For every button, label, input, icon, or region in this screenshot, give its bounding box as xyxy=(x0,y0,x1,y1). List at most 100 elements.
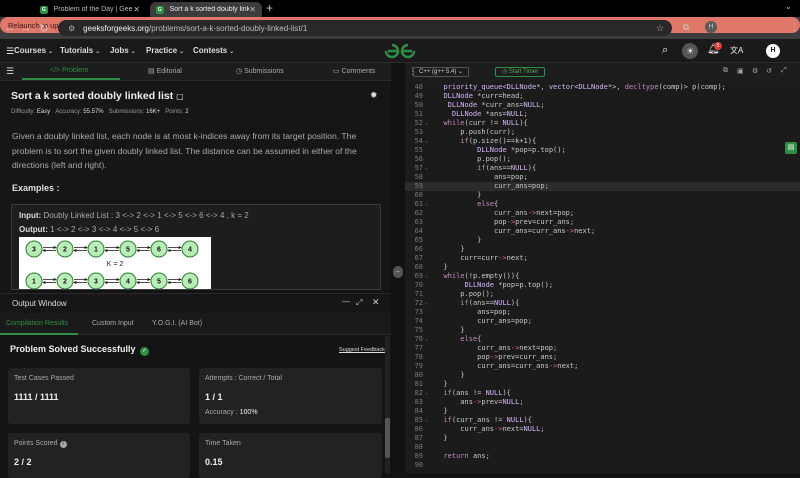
code-line[interactable]: 51 DLLNode *ans=NULL; xyxy=(405,110,800,119)
start-timer-button[interactable]: ◷ Start Timer xyxy=(495,67,546,77)
code-line[interactable]: 69 ⌄ while(!p.empty()){ xyxy=(405,272,800,281)
code-line[interactable]: 82 ⌄ if(ans != NULL){ xyxy=(405,389,800,398)
tab-submissions[interactable]: ◷ Submissions xyxy=(236,67,284,75)
search-icon[interactable]: ⌕ xyxy=(662,44,668,57)
close-tab-icon[interactable]: ✕ xyxy=(249,5,256,14)
fold-icon[interactable]: ⌄ xyxy=(425,389,428,398)
reload-icon[interactable]: ↻ xyxy=(37,22,51,35)
code-line[interactable]: 81 } xyxy=(405,380,800,389)
code-line[interactable]: 61 ⌄ else{ xyxy=(405,200,800,209)
code-line[interactable]: 62 curr_ans->next=pop; xyxy=(405,209,800,218)
site-info-icon[interactable]: ⚙ xyxy=(68,24,75,33)
code-line[interactable]: 90 xyxy=(405,461,800,470)
code-line[interactable]: 50 DLLNode *curr_ans=NULL; xyxy=(405,101,800,110)
translate-icon[interactable]: 文A xyxy=(730,45,743,56)
copy-icon[interactable]: ⧉ xyxy=(723,67,728,75)
code-line[interactable]: 86 curr_ans->next=NULL; xyxy=(405,425,800,434)
menu-contests[interactable]: Contests ⌄ xyxy=(193,46,234,55)
feedback-side-icon[interactable]: ▤ xyxy=(785,142,797,154)
tab-custom-input[interactable]: Custom Input xyxy=(92,320,134,327)
gfg-logo[interactable] xyxy=(382,43,418,59)
settings-icon[interactable]: ⚙ xyxy=(752,67,758,75)
bookmark-icon[interactable]: ▢ xyxy=(176,92,184,101)
url-bar[interactable]: ⚙ geeksforgeeks.org/problems/sort-a-k-so… xyxy=(58,20,672,36)
reset-icon[interactable]: ↺ xyxy=(766,67,772,75)
code-line[interactable]: 80 } xyxy=(405,371,800,380)
menu-tutorials[interactable]: Tutorials ⌄ xyxy=(60,46,100,55)
code-line[interactable]: 56 p.pop(); xyxy=(405,155,800,164)
user-avatar[interactable]: H xyxy=(766,44,780,58)
code-line[interactable]: 59 curr_ans=pop; xyxy=(405,182,800,191)
code-line[interactable]: 89 return ans; xyxy=(405,452,800,461)
new-tab-icon[interactable]: + xyxy=(266,1,273,15)
tab-search-icon[interactable]: ⌄ xyxy=(785,2,792,11)
code-line[interactable]: 85 ⌄ if(curr_ans != NULL){ xyxy=(405,416,800,425)
hamburger-icon[interactable]: ☰ xyxy=(6,46,14,57)
code-line[interactable]: 60 } xyxy=(405,191,800,200)
bug-report-icon[interactable]: ✹ xyxy=(370,90,378,101)
tab-editorial[interactable]: ▤ Editorial xyxy=(148,67,182,75)
code-line[interactable]: 52 ⌄ while(curr != NULL){ xyxy=(405,119,800,128)
browser-tab-current[interactable]: G Sort a k sorted doubly linked ✕ xyxy=(150,2,262,17)
code-editor[interactable]: 48 priority_queue<DLLNode*, vector<DLLNo… xyxy=(405,81,800,473)
fold-icon[interactable]: ⌄ xyxy=(425,299,428,308)
fold-icon[interactable]: ⌄ xyxy=(425,200,428,209)
layout-icon[interactable]: ▣ xyxy=(737,67,744,75)
code-line[interactable]: 78 pop->prev=curr_ans; xyxy=(405,353,800,362)
code-line[interactable]: 88 xyxy=(405,443,800,452)
code-line[interactable]: 57 ⌄ if(ans==NULL){ xyxy=(405,164,800,173)
theme-toggle-icon[interactable]: ☀ xyxy=(682,43,698,59)
code-line[interactable]: 49 DLLNode *curr=head; xyxy=(405,92,800,101)
profile-avatar[interactable]: H xyxy=(705,21,717,33)
back-icon[interactable]: ← xyxy=(3,22,17,34)
code-line[interactable]: 87 } xyxy=(405,434,800,443)
fold-icon[interactable]: ⌄ xyxy=(425,119,428,128)
info-icon[interactable]: i xyxy=(59,441,67,448)
code-line[interactable]: 75 } xyxy=(405,326,800,335)
minimize-icon[interactable]: — xyxy=(342,297,350,306)
tab-problem[interactable]: </> Problem xyxy=(50,67,88,74)
forward-icon[interactable]: → xyxy=(19,22,33,34)
resize-handle-icon[interactable]: ⇔ xyxy=(393,266,403,278)
code-line[interactable]: 54 ⌄ if(p.size()==k+1){ xyxy=(405,137,800,146)
code-line[interactable]: 65 } xyxy=(405,236,800,245)
tab-yogi-bot[interactable]: Y.O.G.I. (AI Bot) xyxy=(152,320,202,327)
fold-icon[interactable]: ⌄ xyxy=(425,272,428,281)
code-line[interactable]: 64 curr_ans=curr_ans->next; xyxy=(405,227,800,236)
tab-compilation-results[interactable]: Compilation Results xyxy=(6,320,68,327)
output-scrollbar[interactable] xyxy=(385,336,390,473)
tab-comments[interactable]: ▭ Comments xyxy=(333,67,375,75)
code-line[interactable]: 58 ans=pop; xyxy=(405,173,800,182)
code-line[interactable]: 63 pop->prev=curr_ans; xyxy=(405,218,800,227)
code-line[interactable]: 74 curr_ans=pop; xyxy=(405,317,800,326)
problem-list-icon[interactable]: ☰ xyxy=(6,66,14,77)
code-line[interactable]: 48 priority_queue<DLLNode*, vector<DLLNo… xyxy=(405,83,800,92)
bookmark-star-icon[interactable]: ☆ xyxy=(656,23,664,34)
close-tab-icon[interactable]: ✕ xyxy=(133,5,140,14)
code-line[interactable]: 84 } xyxy=(405,407,800,416)
close-output-icon[interactable]: ✕ xyxy=(372,297,380,308)
code-line[interactable]: 67 curr=curr->next; xyxy=(405,254,800,263)
menu-jobs[interactable]: Jobs ⌄ xyxy=(110,46,136,55)
code-line[interactable]: 70 DLLNode *pop=p.top(); xyxy=(405,281,800,290)
code-line[interactable]: 68 } xyxy=(405,263,800,272)
menu-courses[interactable]: Courses ⌄ xyxy=(14,46,53,55)
extensions-icon[interactable]: ⧉ xyxy=(683,22,689,33)
code-line[interactable]: 66 } xyxy=(405,245,800,254)
code-line[interactable]: 83 ans->prev=NULL; xyxy=(405,398,800,407)
fold-icon[interactable]: ⌄ xyxy=(425,137,428,146)
code-line[interactable]: 53 p.push(curr); xyxy=(405,128,800,137)
code-line[interactable]: 71 p.pop(); xyxy=(405,290,800,299)
code-line[interactable]: 55 DLLNode *pop=p.top(); xyxy=(405,146,800,155)
code-line[interactable]: 72 ⌄ if(ans==NULL){ xyxy=(405,299,800,308)
fold-icon[interactable]: ⌄ xyxy=(425,164,428,173)
menu-practice[interactable]: Practice ⌄ xyxy=(146,46,184,55)
expand-icon[interactable]: ⤢ xyxy=(356,298,362,308)
code-line[interactable]: 76 ⌄ else{ xyxy=(405,335,800,344)
fold-icon[interactable]: ⌄ xyxy=(425,335,428,344)
fold-icon[interactable]: ⌄ xyxy=(425,416,428,425)
language-select[interactable]: C++ (g++ 5.4) ⌄ xyxy=(413,67,470,77)
code-line[interactable]: 79 curr_ans=curr_ans->next; xyxy=(405,362,800,371)
suggest-feedback-link[interactable]: Suggest Feedback xyxy=(339,347,385,353)
code-line[interactable]: 77 curr_ans->next=pop; xyxy=(405,344,800,353)
